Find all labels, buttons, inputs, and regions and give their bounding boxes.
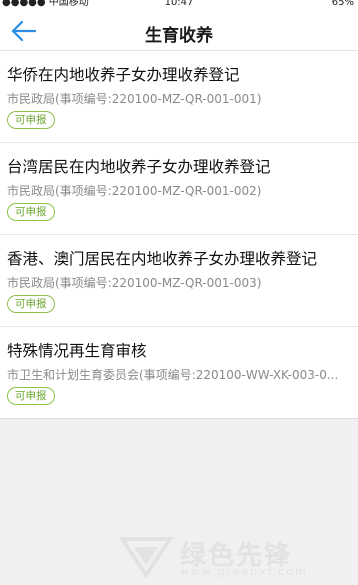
status-badge: 可申报	[7, 203, 55, 221]
status-badge: 可申报	[7, 295, 55, 313]
item-title: 特殊情况再生育审核	[7, 342, 147, 360]
site-watermark: 绿色先锋 www.greenxf.com	[118, 533, 348, 581]
page-title: 生育收养	[145, 26, 213, 46]
list-item[interactable]: 华侨在内地收养子女办理收养登记 市民政局(事项编号:220100-MZ-QR-0…	[0, 51, 358, 143]
status-badge: 可申报	[7, 387, 55, 405]
service-list: 华侨在内地收养子女办理收养登记 市民政局(事项编号:220100-MZ-QR-0…	[0, 51, 358, 419]
item-department: 市民政局(事项编号:220100-MZ-QR-001-001)	[7, 92, 262, 106]
item-department: 市民政局(事项编号:220100-MZ-QR-001-003)	[7, 276, 262, 290]
item-title: 华侨在内地收养子女办理收养登记	[7, 66, 240, 84]
navigation-bar: 生育收养	[0, 12, 358, 51]
list-item[interactable]: 台湾居民在内地收养子女办理收养登记 市民政局(事项编号:220100-MZ-QR…	[0, 143, 358, 235]
item-title: 香港、澳门居民在内地收养子女办理收养登记	[7, 250, 318, 268]
clock: 10:47	[164, 0, 194, 8]
item-department: 市民政局(事项编号:220100-MZ-QR-001-002)	[7, 184, 262, 198]
status-badge: 可申报	[7, 111, 55, 129]
item-department: 市卫生和计划生育委员会(事项编号:220100-WW-XK-003-0...	[7, 368, 339, 382]
list-item[interactable]: 特殊情况再生育审核 市卫生和计划生育委员会(事项编号:220100-WW-XK-…	[0, 327, 358, 419]
list-item[interactable]: 香港、澳门居民在内地收养子女办理收养登记 市民政局(事项编号:220100-MZ…	[0, 235, 358, 327]
watermark-url: www.greenxf.com	[180, 565, 308, 578]
item-title: 台湾居民在内地收养子女办理收养登记	[7, 158, 271, 176]
status-bar: ●●●●● 中国移动 10:47 65%	[0, 0, 358, 12]
watermark-logo-icon	[118, 537, 174, 579]
battery-level: 65%	[331, 0, 354, 8]
